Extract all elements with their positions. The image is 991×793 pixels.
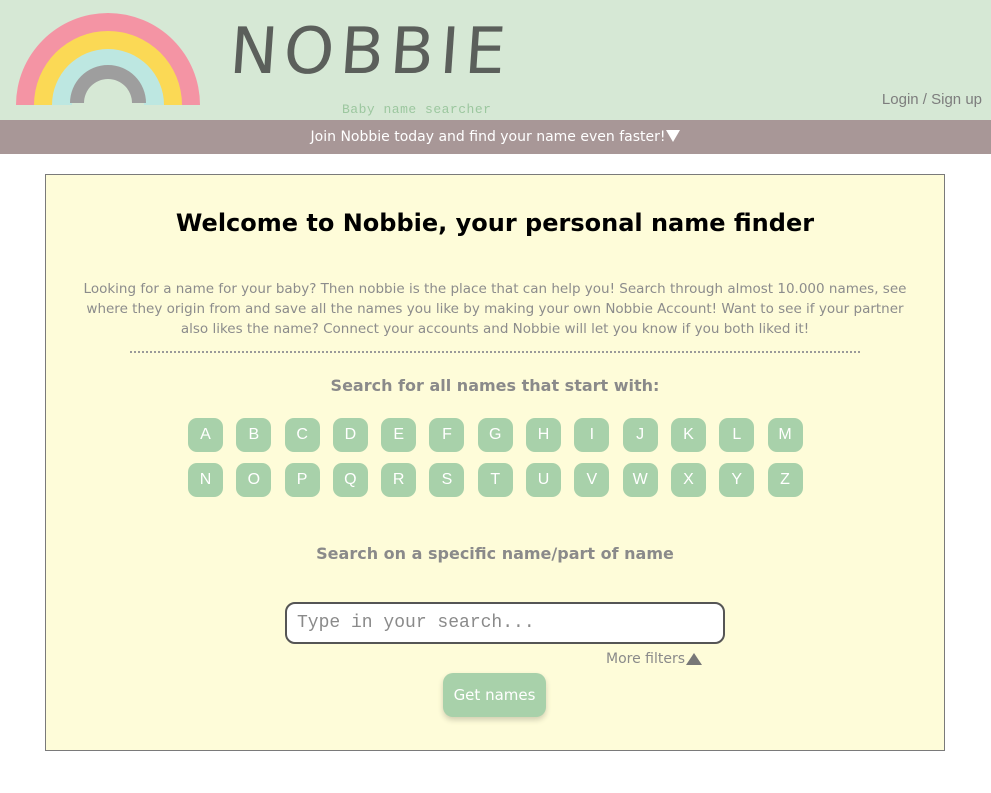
letter-button-i[interactable]: I [574, 418, 610, 452]
page-title: Welcome to Nobbie, your personal name fi… [175, 209, 815, 237]
join-banner-text: Join Nobbie today and find your name eve… [310, 129, 666, 145]
letter-button-u[interactable]: U [526, 463, 562, 497]
letter-button-n[interactable]: N [188, 463, 223, 497]
letter-button-k[interactable]: K [670, 418, 706, 452]
join-banner[interactable]: Join Nobbie today and find your name eve… [0, 120, 991, 154]
logo-wordmark[interactable]: NOBBIE [227, 15, 514, 89]
letter-button-c[interactable]: C [284, 418, 320, 452]
letter-button-p[interactable]: P [284, 463, 320, 497]
letter-search-heading: Search for all names that start with: [330, 376, 660, 395]
search-input[interactable] [285, 602, 725, 644]
letter-button-v[interactable]: V [574, 463, 610, 497]
letter-button-o[interactable]: O [236, 463, 272, 497]
letter-button-w[interactable]: W [622, 463, 658, 497]
letter-button-f[interactable]: F [429, 418, 465, 452]
letter-button-t[interactable]: T [477, 463, 513, 497]
letter-button-l[interactable]: L [719, 418, 755, 452]
logo-tagline: Baby name searcher [342, 102, 492, 117]
alphabet-grid: ABCDEFGHIJKLM NOPQRSTUVWXYZ [188, 418, 808, 497]
letter-button-b[interactable]: B [236, 418, 272, 452]
letter-button-q[interactable]: Q [332, 463, 368, 497]
more-filters-label: More filters [606, 651, 686, 667]
letter-button-j[interactable]: J [622, 418, 658, 452]
letter-button-g[interactable]: G [477, 418, 513, 452]
more-filters-toggle[interactable]: More filters [606, 651, 703, 667]
letter-button-r[interactable]: R [381, 463, 417, 497]
dotted-divider [130, 351, 860, 353]
site-header: NOBBIE Baby name searcher Login / Sign u… [0, 0, 991, 120]
letter-button-z[interactable]: Z [767, 463, 803, 497]
caret-down-icon[interactable] [666, 130, 681, 142]
letter-button-x[interactable]: X [670, 463, 706, 497]
rainbow-logo-icon [16, 13, 200, 105]
letter-button-y[interactable]: Y [719, 463, 755, 497]
get-names-button[interactable]: Get names [443, 673, 546, 717]
caret-up-icon [686, 653, 703, 665]
letter-button-m[interactable]: M [767, 418, 803, 452]
login-signup-link[interactable]: Login / Sign up [882, 91, 982, 108]
letter-button-a[interactable]: A [188, 418, 223, 452]
letter-button-s[interactable]: S [429, 463, 465, 497]
letter-button-h[interactable]: H [526, 418, 562, 452]
letter-button-d[interactable]: D [332, 418, 368, 452]
letter-button-e[interactable]: E [381, 418, 417, 452]
search-panel: Welcome to Nobbie, your personal name fi… [45, 174, 945, 751]
specific-search-heading: Search on a specific name/part of name [316, 544, 674, 563]
intro-text: Looking for a name for your baby? Then n… [83, 281, 907, 337]
